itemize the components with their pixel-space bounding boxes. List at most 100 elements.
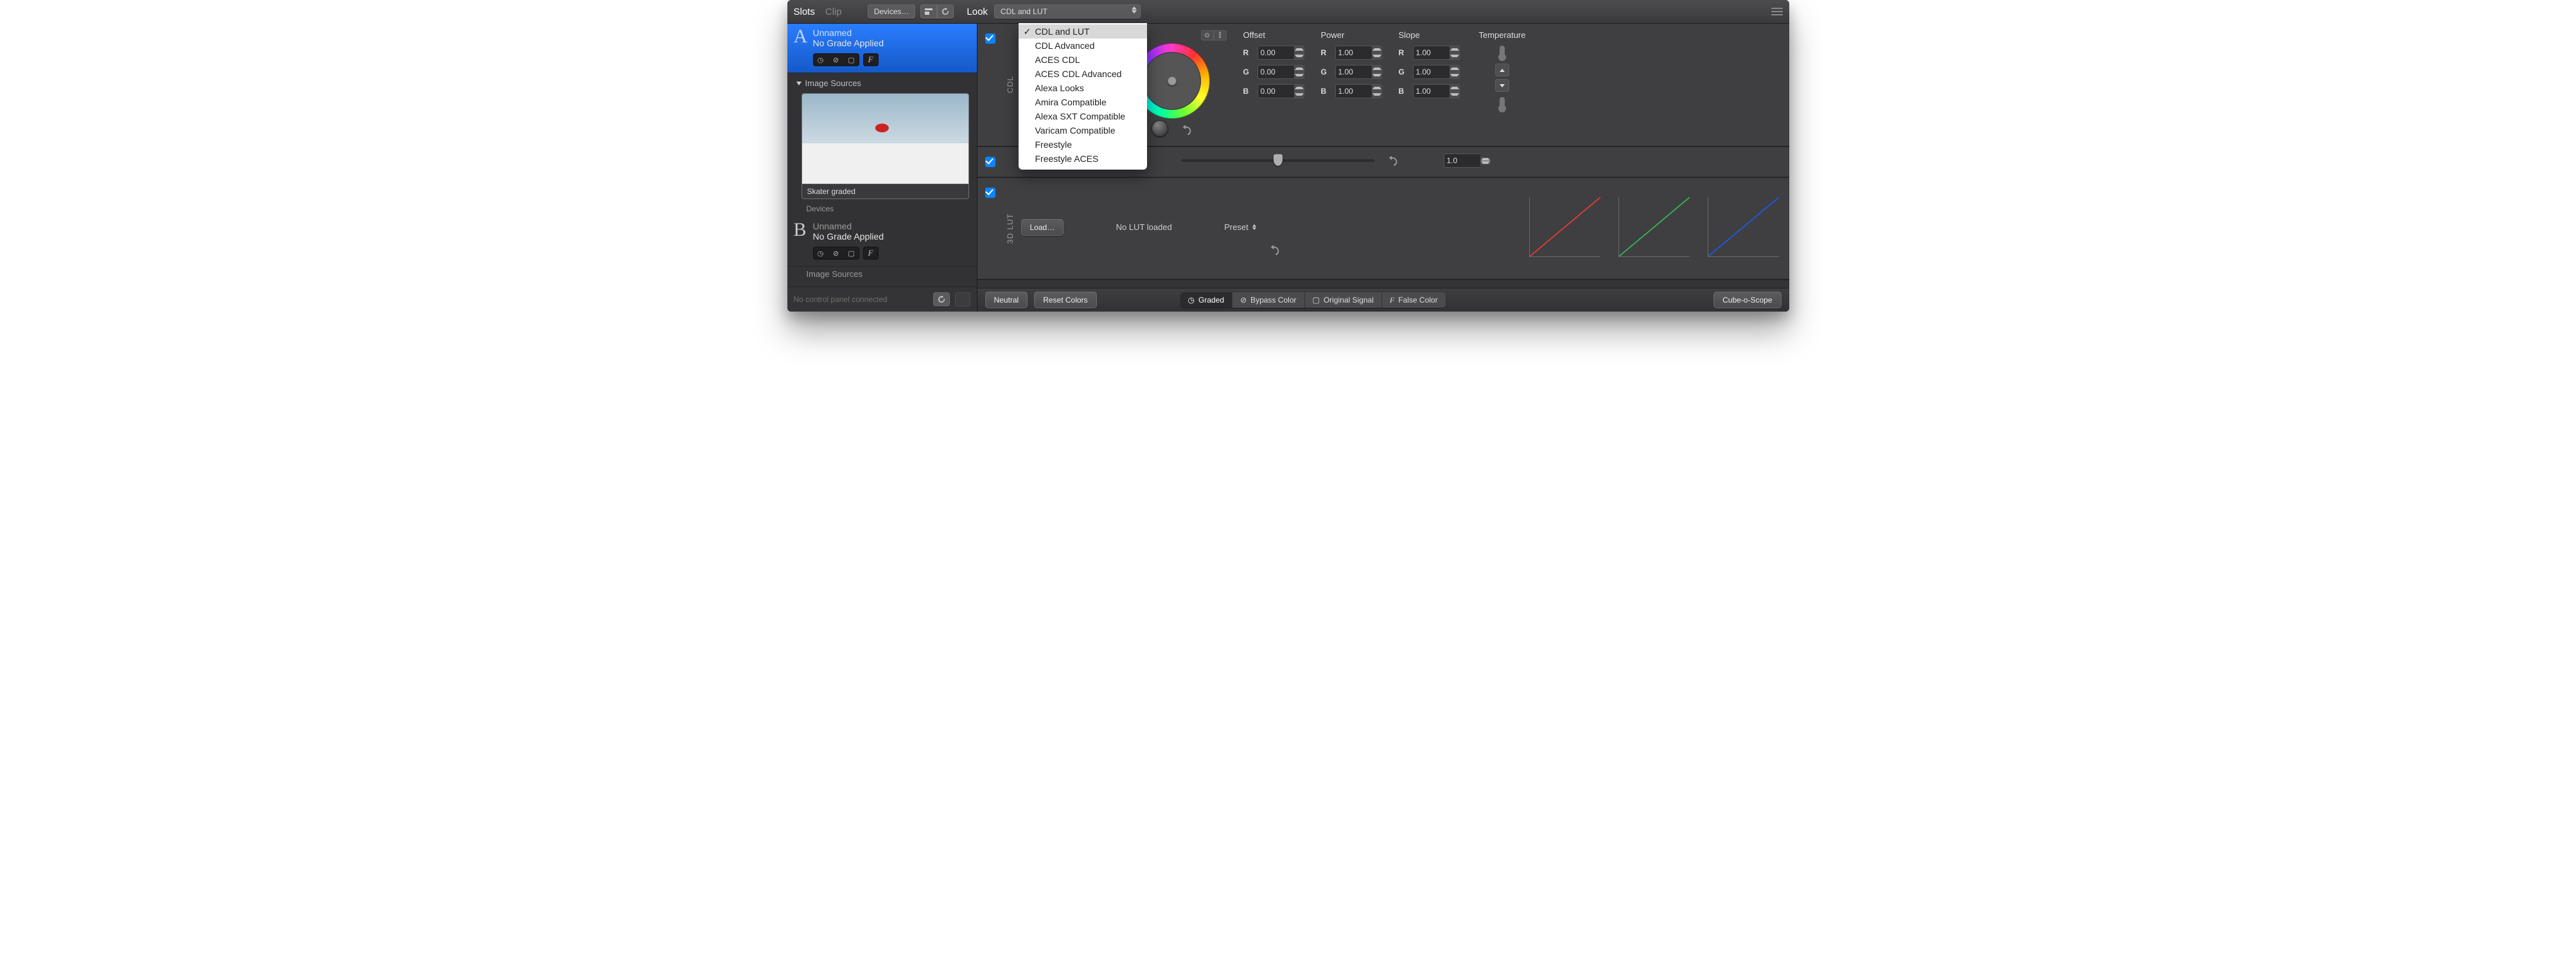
- camera-icon[interactable]: ▢: [844, 247, 859, 260]
- cdl-vertical-label: CDL: [1006, 76, 1015, 93]
- tab-slots[interactable]: Slots: [794, 6, 815, 17]
- load-lut-button[interactable]: Load…: [1021, 219, 1064, 236]
- look-option[interactable]: Freestyle ACES: [1019, 152, 1147, 166]
- look-option[interactable]: CDL and LUT: [1019, 24, 1147, 39]
- power-column: Power R G B: [1321, 30, 1382, 98]
- thermometer-icon: [1500, 46, 1505, 58]
- temp-up-button[interactable]: [1495, 64, 1509, 76]
- sat-enable-checkbox[interactable]: [985, 157, 995, 167]
- slider-handle[interactable]: [1274, 154, 1283, 166]
- look-select[interactable]: CDL and LUT: [994, 4, 1141, 19]
- falsecolor-icon[interactable]: F: [863, 247, 879, 260]
- offset-header: Offset: [1243, 30, 1304, 40]
- stepper-icon[interactable]: [1450, 84, 1460, 98]
- look-option[interactable]: Amira Compatible: [1019, 95, 1147, 109]
- falsecolor-icon[interactable]: F: [863, 53, 879, 66]
- look-select-value: CDL and LUT: [1001, 7, 1047, 16]
- stepper-icon[interactable]: [1372, 84, 1382, 98]
- stepper-icon[interactable]: [1294, 84, 1304, 98]
- curve-charts: [1529, 197, 1779, 257]
- temperature-column: Temperature: [1479, 30, 1526, 110]
- reset-colors-button[interactable]: Reset Colors: [1034, 292, 1096, 308]
- temp-down-button[interactable]: [1495, 79, 1509, 92]
- slot-a-name: Unnamed: [813, 28, 884, 38]
- stepper-icon[interactable]: [1372, 46, 1382, 60]
- clock-icon[interactable]: ◷: [813, 53, 828, 66]
- undo-icon[interactable]: [1181, 125, 1193, 137]
- neutral-button[interactable]: Neutral: [985, 292, 1028, 308]
- power-g-input[interactable]: [1335, 65, 1372, 79]
- rotary-knob[interactable]: [1152, 120, 1168, 137]
- devices-dropdown[interactable]: Devices…: [868, 4, 916, 19]
- stepper-icon[interactable]: [1450, 46, 1460, 60]
- slot-b-sub: No Grade Applied: [813, 231, 884, 242]
- slot-a-mini-toolbar: ◷ ⊘ ▢ F: [813, 53, 970, 66]
- look-option[interactable]: Freestyle: [1019, 137, 1147, 152]
- lut-enable-checkbox[interactable]: [985, 188, 995, 198]
- look-label: Look: [967, 6, 988, 17]
- offset-g-input[interactable]: [1257, 65, 1294, 79]
- view-original[interactable]: ▢Original Signal: [1305, 292, 1382, 308]
- look-option[interactable]: ACES CDL: [1019, 53, 1147, 67]
- lut-status: No LUT loaded: [1076, 222, 1211, 232]
- view-falsecolor[interactable]: FFalse Color: [1382, 292, 1446, 308]
- stepper-icon[interactable]: [1294, 46, 1304, 60]
- offset-r-input[interactable]: [1257, 46, 1294, 60]
- slope-b-input[interactable]: [1413, 84, 1450, 98]
- slot-b[interactable]: B Unnamed No Grade Applied ◷ ⊘ ▢ F: [787, 217, 977, 267]
- numeric-columns: Offset R G B Power R G B: [1243, 30, 1460, 98]
- refresh-icon[interactable]: [933, 292, 950, 306]
- stepper-icon[interactable]: [1372, 65, 1382, 79]
- thumbnail-image: [802, 94, 968, 184]
- view-bypass[interactable]: ⊘Bypass Color: [1232, 292, 1304, 308]
- disable-icon[interactable]: ⊘: [828, 53, 844, 66]
- undo-icon[interactable]: [1387, 156, 1399, 168]
- clock-icon[interactable]: ◷: [813, 247, 828, 260]
- look-option[interactable]: Alexa SXT Compatible: [1019, 109, 1147, 123]
- slot-a-letter: A: [794, 28, 808, 46]
- look-option[interactable]: CDL Advanced: [1019, 39, 1147, 53]
- offset-b-input[interactable]: [1257, 84, 1294, 98]
- stepper-icon[interactable]: [1294, 65, 1304, 79]
- disable-icon[interactable]: ⊘: [828, 247, 844, 260]
- slot-b-sources: Image Sources: [787, 267, 977, 287]
- cube-o-scope-button[interactable]: Cube-o-Scope: [1713, 292, 1781, 308]
- lut-vertical-label: 3D LUT: [1006, 213, 1015, 243]
- panel-3dlut: 3D LUT Load… No LUT loaded Preset: [977, 178, 1789, 280]
- hamburger-icon[interactable]: [1771, 8, 1783, 15]
- look-option[interactable]: ACES CDL Advanced: [1019, 67, 1147, 81]
- slope-r-input[interactable]: [1413, 46, 1450, 60]
- image-sources-header[interactable]: Image Sources: [787, 73, 977, 91]
- undo-icon[interactable]: [1269, 245, 1281, 257]
- slot-b-letter: B: [794, 221, 808, 239]
- refresh-icon[interactable]: [937, 4, 954, 19]
- preset-dropdown[interactable]: Preset: [1224, 222, 1256, 232]
- cdl-enable-checkbox[interactable]: [985, 33, 995, 44]
- devices-label: Devices: [787, 204, 977, 217]
- ch-g: G: [1243, 67, 1252, 76]
- slot-a[interactable]: A Unnamed No Grade Applied ◷ ⊘ ▢ F: [787, 24, 977, 73]
- stepper-icon[interactable]: [1450, 65, 1460, 79]
- ch-r: R: [1399, 48, 1408, 57]
- layout-icon[interactable]: [920, 4, 937, 19]
- tab-clip[interactable]: Clip: [825, 6, 842, 17]
- slope-g-input[interactable]: [1413, 65, 1450, 79]
- saturation-slider[interactable]: [1182, 159, 1374, 162]
- temperature-header: Temperature: [1479, 30, 1526, 40]
- ch-b: B: [1321, 87, 1330, 96]
- power-b-input[interactable]: [1335, 84, 1372, 98]
- camera-icon[interactable]: ▢: [844, 53, 859, 66]
- slot-b-mini-toolbar: ◷ ⊘ ▢ F: [813, 247, 970, 260]
- thumbnail[interactable]: Skater graded: [802, 93, 969, 199]
- thermometer-icon: [1500, 97, 1505, 110]
- stepper-icon[interactable]: [1480, 157, 1491, 164]
- look-option[interactable]: Alexa Looks: [1019, 81, 1147, 95]
- look-dropdown-menu: CDL and LUTCDL AdvancedACES CDLACES CDL …: [1019, 23, 1147, 170]
- empty-slot-icon[interactable]: [955, 292, 970, 306]
- wheel-mode-toggle[interactable]: ⊙⫿: [1201, 30, 1227, 40]
- view-graded[interactable]: ◷Graded: [1180, 292, 1233, 308]
- updown-icon: [1132, 6, 1137, 13]
- saturation-input[interactable]: [1444, 154, 1480, 168]
- look-option[interactable]: Varicam Compatible: [1019, 123, 1147, 137]
- power-r-input[interactable]: [1335, 46, 1372, 60]
